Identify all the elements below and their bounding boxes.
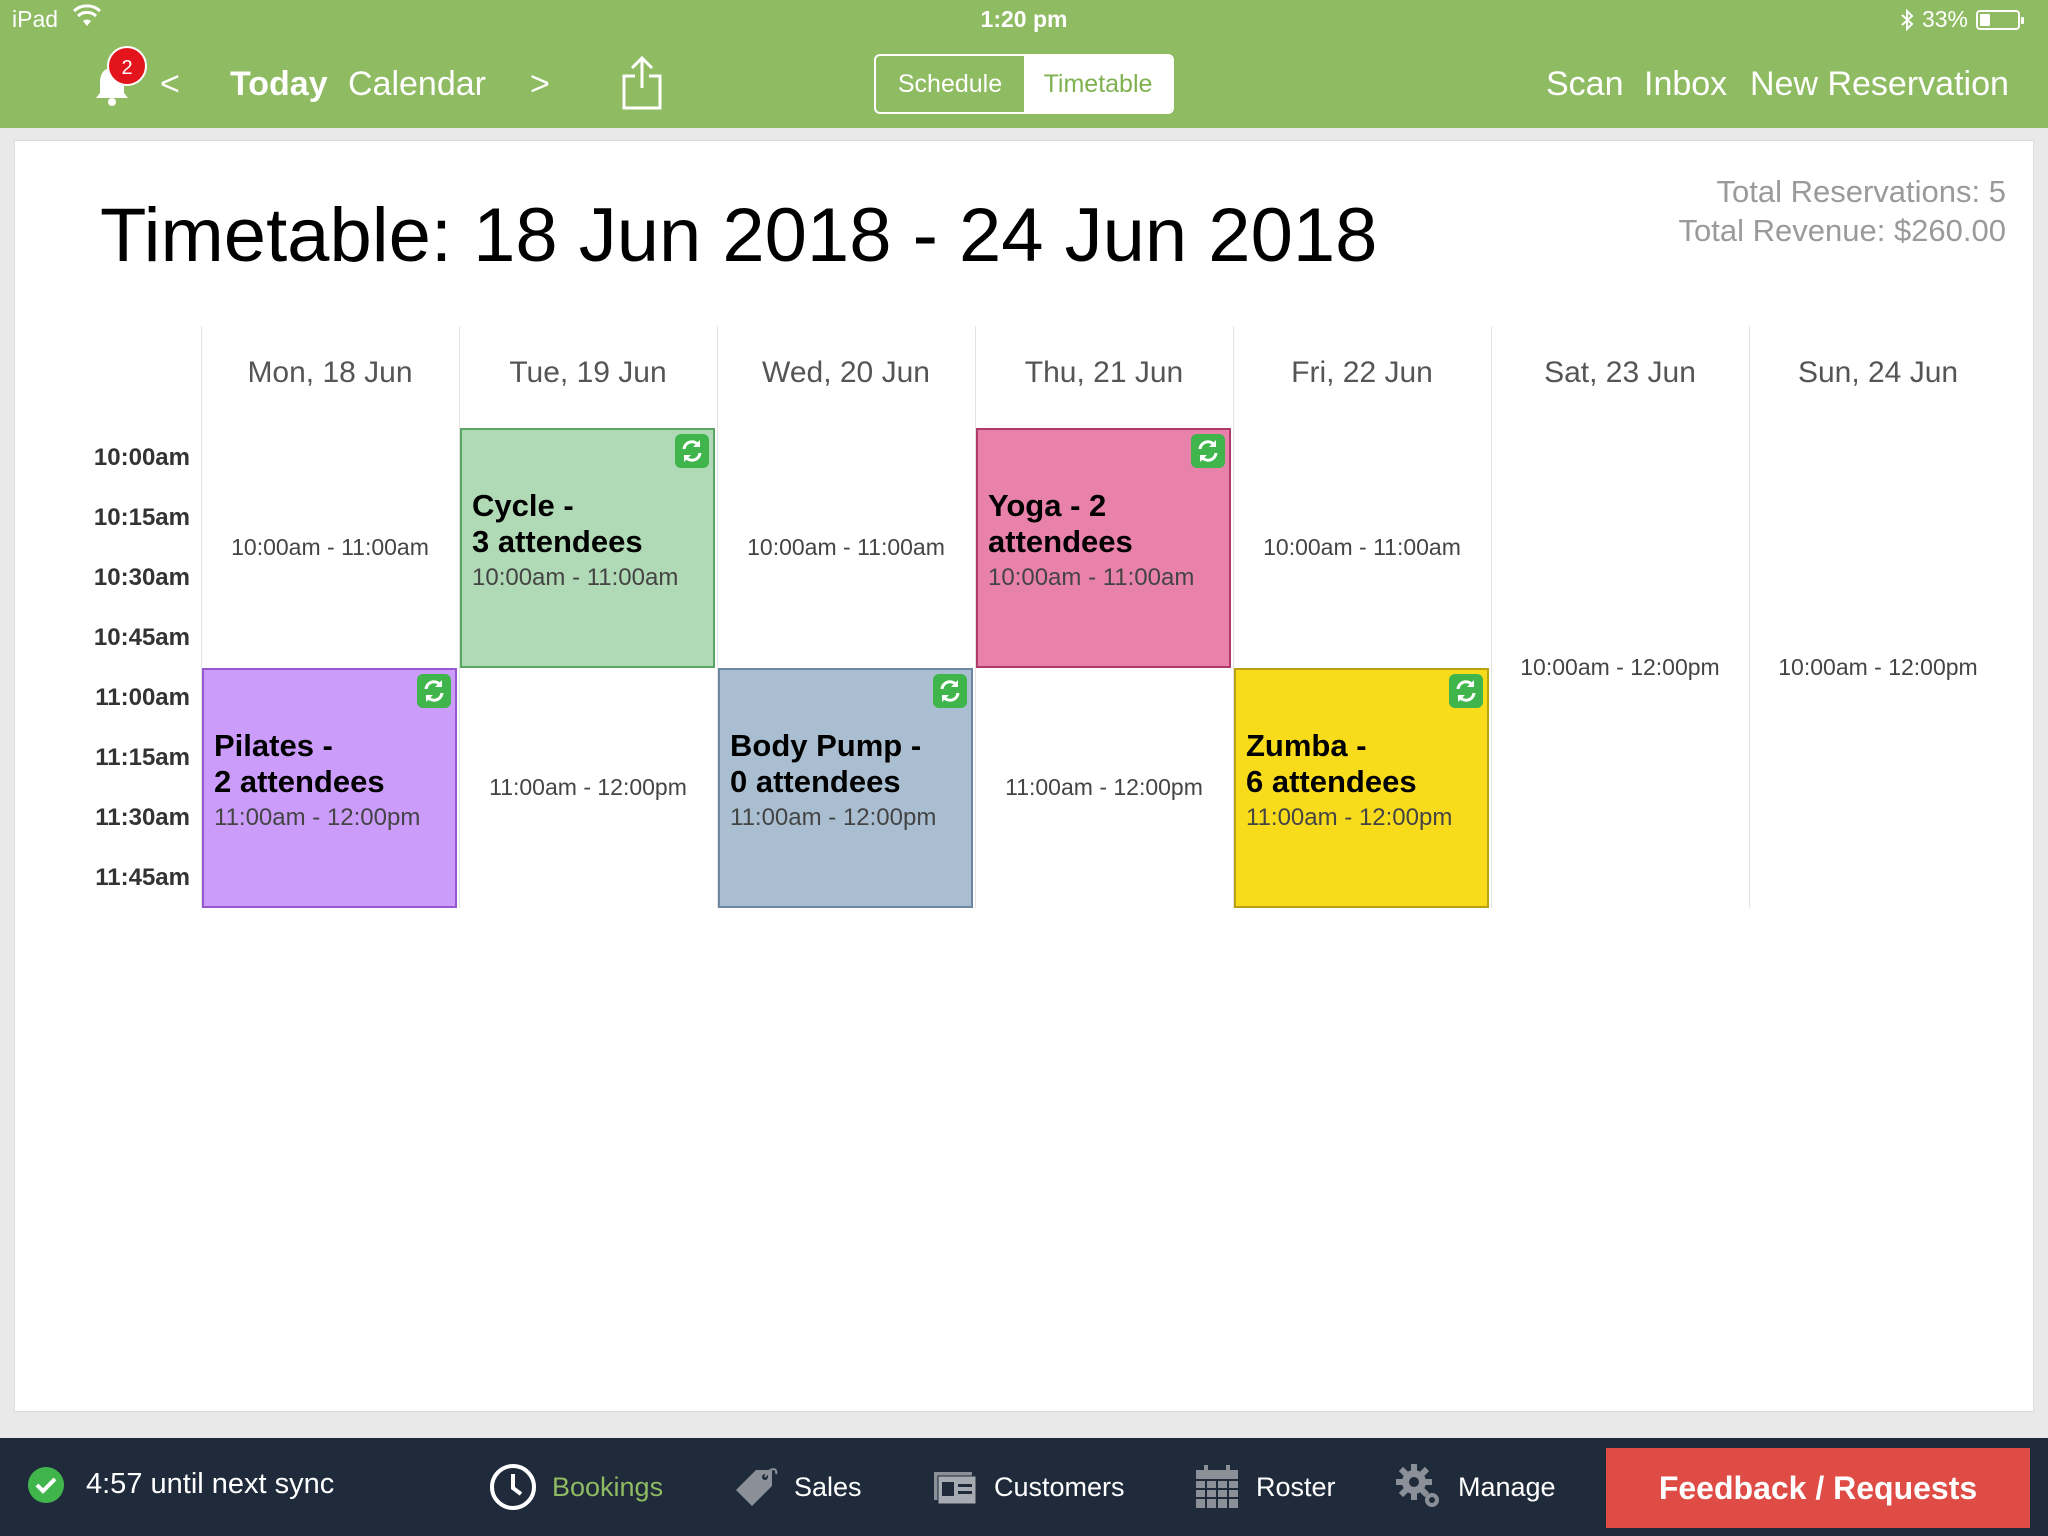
time-label: 10:45am	[93, 624, 190, 651]
class-event-cycle[interactable]: Cycle - 3 attendees 10:00am - 11:00am	[460, 428, 715, 668]
empty-slot[interactable]: 10:00am - 11:00am	[1234, 534, 1490, 561]
share-icon[interactable]	[620, 54, 664, 112]
sync-check-icon	[28, 1467, 64, 1503]
event-time: 11:00am - 12:00pm	[214, 804, 421, 831]
tab-customers[interactable]: Customers	[930, 1438, 1125, 1536]
class-event-body-pump[interactable]: Body Pump - 0 attendees 11:00am - 12:00p…	[718, 668, 973, 908]
status-right: 33%	[1900, 6, 2024, 33]
empty-slot[interactable]: 10:00am - 12:00pm	[1750, 654, 2006, 681]
view-segmented-control: Schedule Timetable	[874, 54, 1174, 114]
event-title: Zumba -	[1246, 728, 1367, 763]
bottom-tab-bar: 4:57 until next sync Bookings Sales Cust…	[0, 1438, 2048, 1536]
event-title: Pilates -	[214, 728, 333, 763]
page-title: Timetable: 18 Jun 2018 - 24 Jun 2018	[100, 193, 1378, 278]
tab-label: Sales	[794, 1471, 862, 1502]
day-header-thu: Thu, 21 Jun	[1024, 356, 1184, 389]
top-navigation-bar: iPad 1:20 pm 33% 2 < Today Calendar > Sc…	[0, 0, 2048, 128]
time-label: 11:15am	[95, 744, 190, 771]
battery-percent: 33%	[1921, 6, 1968, 32]
event-attendees: attendees	[988, 524, 1133, 559]
empty-slot[interactable]: 10:00am - 11:00am	[718, 534, 974, 561]
day-header-fri: Fri, 22 Jun	[1291, 356, 1433, 389]
event-time: 10:00am - 11:00am	[988, 564, 1195, 591]
tab-manage[interactable]: Manage	[1394, 1438, 1556, 1536]
event-attendees: 0 attendees	[730, 764, 901, 799]
event-attendees: 3 attendees	[472, 524, 643, 559]
tab-label: Bookings	[552, 1471, 664, 1502]
calendar-button[interactable]: Calendar	[348, 60, 486, 108]
inbox-button[interactable]: Inbox	[1644, 60, 1727, 108]
recurring-sync-icon	[933, 674, 967, 708]
day-header-sat: Sat, 23 Jun	[1544, 356, 1696, 389]
day-header-mon: Mon, 18 Jun	[247, 356, 413, 389]
tab-label: Roster	[1256, 1471, 1336, 1502]
class-event-zumba[interactable]: Zumba - 6 attendees 11:00am - 12:00pm	[1234, 668, 1489, 908]
sync-countdown: 4:57 until next sync	[86, 1468, 335, 1500]
segment-schedule[interactable]: Schedule	[876, 56, 1024, 112]
segment-timetable[interactable]: Timetable	[1024, 56, 1172, 112]
scan-button[interactable]: Scan	[1546, 60, 1624, 108]
event-attendees: 6 attendees	[1246, 764, 1417, 799]
event-time: 11:00am - 12:00pm	[1246, 804, 1453, 831]
event-attendees: 2 attendees	[214, 764, 385, 799]
time-label: 11:00am	[95, 684, 190, 711]
day-header-wed: Wed, 20 Jun	[762, 356, 930, 389]
next-week-button[interactable]: >	[530, 60, 550, 108]
recurring-sync-icon	[1449, 674, 1483, 708]
status-time: 1:20 pm	[980, 6, 1068, 32]
empty-slot[interactable]: 11:00am - 12:00pm	[976, 774, 1232, 801]
tab-bookings[interactable]: Bookings	[488, 1438, 663, 1536]
notification-badge: 2	[107, 46, 147, 86]
time-label: 10:30am	[93, 564, 190, 591]
column-divider	[1749, 326, 1750, 908]
time-label: 11:30am	[95, 804, 190, 831]
feedback-requests-button[interactable]: Feedback / Requests	[1606, 1448, 2030, 1528]
time-label: 10:00am	[93, 444, 190, 471]
time-label: 11:45am	[95, 864, 190, 891]
previous-week-button[interactable]: <	[160, 60, 180, 108]
total-revenue: Total Revenue: $260.00	[1678, 213, 2006, 248]
bluetooth-icon	[1901, 8, 1914, 31]
tab-label: Manage	[1458, 1471, 1556, 1502]
recurring-sync-icon	[1191, 434, 1225, 468]
day-header-sun: Sun, 24 Jun	[1797, 356, 1959, 389]
battery-icon	[1976, 9, 2024, 30]
new-reservation-button[interactable]: New Reservation	[1750, 60, 2009, 108]
customers-cards-icon	[934, 1472, 977, 1505]
recurring-sync-icon	[417, 674, 451, 708]
tab-sales[interactable]: Sales	[730, 1438, 862, 1536]
gears-icon	[1396, 1464, 1439, 1507]
class-event-pilates[interactable]: Pilates - 2 attendees 11:00am - 12:00pm	[202, 668, 457, 908]
today-button[interactable]: Today	[230, 60, 328, 108]
event-title: Body Pump -	[730, 728, 922, 763]
recurring-sync-icon	[675, 434, 709, 468]
totals-summary: Total Reservations: 5 Total Revenue: $26…	[1679, 172, 2006, 250]
event-title: Yoga - 2	[988, 488, 1107, 523]
event-time: 11:00am - 12:00pm	[730, 804, 937, 831]
event-time: 10:00am - 11:00am	[472, 564, 679, 591]
event-title: Cycle -	[472, 488, 574, 523]
tab-label: Customers	[994, 1471, 1125, 1502]
clock-icon	[490, 1464, 536, 1510]
empty-slot[interactable]: 10:00am - 11:00am	[202, 534, 458, 561]
price-tag-icon	[736, 1468, 778, 1506]
day-header-tue: Tue, 19 Jun	[509, 356, 667, 389]
empty-slot[interactable]: 11:00am - 12:00pm	[460, 774, 716, 801]
calendar-grid-icon	[1196, 1465, 1238, 1508]
tab-roster[interactable]: Roster	[1192, 1438, 1336, 1536]
total-reservations: Total Reservations: 5	[1716, 174, 2006, 209]
empty-slot[interactable]: 10:00am - 12:00pm	[1492, 654, 1748, 681]
column-divider	[1491, 326, 1492, 908]
time-label: 10:15am	[93, 504, 190, 531]
class-event-yoga[interactable]: Yoga - 2 attendees 10:00am - 11:00am	[976, 428, 1231, 668]
